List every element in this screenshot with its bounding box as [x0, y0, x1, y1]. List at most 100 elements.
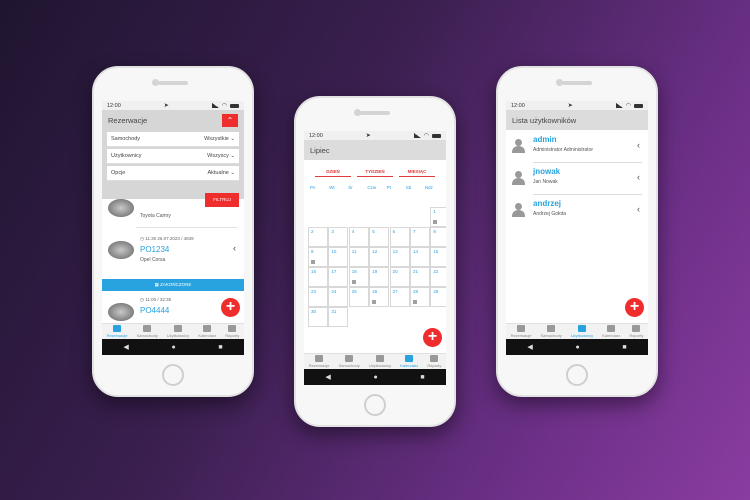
add-event-button[interactable]: + — [423, 328, 442, 347]
tab-bar: Rezerwacje Samochody Użytkownicy Kalenda… — [506, 323, 648, 339]
tab-reservations[interactable]: Rezerwacje — [107, 325, 127, 338]
calendar-day-cell[interactable]: 7 — [410, 227, 430, 247]
tab-calendar[interactable]: Kalendarz — [400, 355, 418, 368]
calendar-day-cell[interactable]: 8 — [430, 227, 446, 247]
calendar-day-cell[interactable]: 1 — [430, 207, 446, 227]
event-marker[interactable] — [413, 300, 417, 304]
user-item-admin[interactable]: admin Administrator Administrator ‹ — [506, 131, 648, 163]
filter-users-select[interactable]: Użytkownicy Wszyscy ⌄ — [107, 149, 239, 164]
tab-reservations[interactable]: Rezerwacje — [309, 355, 329, 368]
back-icon[interactable]: ◀ — [123, 343, 128, 351]
back-icon[interactable]: ◀ — [325, 373, 330, 381]
home-button[interactable] — [162, 364, 184, 386]
add-user-button[interactable]: + — [625, 298, 644, 317]
day-number: 9 — [311, 249, 314, 254]
calendar-day-cell[interactable]: 24 — [328, 287, 349, 307]
home-icon[interactable]: ● — [171, 344, 175, 351]
calendar-day-cell[interactable]: 9 — [308, 247, 328, 267]
finished-section-bar[interactable]: ▦ ZAKOŃCZONE — [102, 279, 244, 291]
event-marker[interactable] — [311, 260, 315, 264]
calendar-day-cell[interactable]: 15 — [430, 247, 446, 267]
calendar-day-cell[interactable]: 4 — [348, 227, 369, 247]
reservation-code: PO4444 — [140, 306, 170, 315]
event-marker[interactable] — [433, 220, 438, 224]
user-item-jnowak[interactable]: jnowak Jan Nowak ‹ — [506, 163, 648, 195]
segment-day[interactable]: DZIEŃ — [315, 169, 351, 177]
reports-icon — [430, 355, 439, 362]
calendar-day-cell[interactable]: 10 — [328, 247, 349, 267]
calendar-day-cell[interactable]: 21 — [410, 267, 430, 287]
segment-month[interactable]: MIESIĄC — [399, 169, 435, 177]
day-number: 11 — [351, 249, 357, 254]
calendar-day-cell[interactable]: 17 — [328, 267, 349, 287]
calendar-day-cell[interactable]: 29 — [430, 287, 446, 307]
calendar-day-cell[interactable]: 5 — [369, 227, 390, 247]
recent-apps-icon[interactable]: ■ — [420, 374, 424, 381]
back-icon[interactable]: ◀ — [527, 343, 532, 351]
home-icon[interactable]: ● — [575, 344, 579, 351]
user-item-andrzej[interactable]: andrzej Andrzej Gołota ‹ — [506, 195, 648, 227]
tab-cars[interactable]: Samochody — [339, 355, 360, 368]
day-number: 15 — [433, 249, 439, 254]
tab-calendar[interactable]: Kalendarz — [198, 325, 216, 338]
day-number: 17 — [331, 269, 337, 274]
tab-users[interactable]: Użytkownicy — [369, 355, 391, 368]
signal-icon — [615, 103, 623, 108]
status-bar: 12:00 ➤ ◠ — [506, 101, 648, 110]
tab-reports[interactable]: Raporty — [225, 325, 239, 338]
event-marker[interactable] — [372, 300, 377, 304]
event-marker[interactable] — [351, 280, 356, 284]
navigation-arrow-icon: ➤ — [365, 133, 371, 139]
calendar-day-cell[interactable]: 16 — [308, 267, 328, 287]
list-item[interactable]: Toyota Camry — [102, 199, 244, 225]
tab-users[interactable]: Użytkownicy — [571, 325, 593, 338]
calendar-day-cell[interactable]: 2 — [308, 227, 328, 247]
list-item[interactable]: ◷ 11:30 26.07.2023 / 4839 PO1234 Opel Co… — [102, 229, 244, 269]
calendar-day-cell[interactable]: 26 — [369, 287, 390, 307]
calendar-day-cell[interactable]: 22 — [430, 267, 446, 287]
calendar-day-cell[interactable]: 31 — [328, 307, 349, 327]
calendar-day-cell[interactable]: 14 — [410, 247, 430, 267]
collapse-filters-button[interactable]: ⌃ — [222, 113, 238, 127]
calendar-day-cell[interactable]: 19 — [369, 267, 390, 287]
calendar-day-cell[interactable]: 12 — [369, 247, 390, 267]
screen: 12:00 ➤ ◠ Lipiec DZIEŃ TYDZIEŃ MIESIĄC P… — [304, 131, 446, 385]
calendar-day-cell[interactable]: 25 — [348, 287, 369, 307]
calendar-day-cell[interactable]: 30 — [308, 307, 328, 327]
tab-cars[interactable]: Samochody — [137, 325, 158, 338]
tab-cars[interactable]: Samochody — [541, 325, 562, 338]
calendar-icon — [607, 325, 616, 332]
tab-reservations[interactable]: Rezerwacje — [511, 325, 531, 338]
reports-icon — [632, 325, 641, 332]
calendar-day-cell[interactable]: 28 — [410, 287, 430, 307]
home-button[interactable] — [364, 394, 386, 416]
weekday-label: Śr — [348, 185, 353, 190]
segment-week[interactable]: TYDZIEŃ — [357, 169, 393, 177]
tab-users[interactable]: Użytkownicy — [167, 325, 189, 338]
calendar-day-cell[interactable]: 20 — [389, 267, 410, 287]
calendar-day-cell[interactable]: 13 — [389, 247, 410, 267]
users-icon — [173, 325, 182, 332]
tab-reports[interactable]: Raporty — [427, 355, 441, 368]
day-number: 4 — [351, 229, 355, 234]
calendar-day-cell[interactable]: 27 — [389, 287, 410, 307]
calendar-day-cell[interactable]: 23 — [308, 287, 328, 307]
reservation-code: PO1234 — [140, 245, 170, 254]
recent-apps-icon[interactable]: ■ — [622, 344, 626, 351]
calendar-day-cell[interactable]: 6 — [389, 227, 410, 247]
tab-reports[interactable]: Raporty — [629, 325, 643, 338]
recent-apps-icon[interactable]: ■ — [218, 344, 222, 351]
chevron-left-icon[interactable]: ‹ — [233, 243, 236, 253]
calendar-day-cell[interactable]: 3 — [328, 227, 349, 247]
home-icon[interactable]: ● — [373, 374, 377, 381]
add-reservation-button[interactable]: + — [221, 298, 240, 317]
tab-calendar[interactable]: Kalendarz — [602, 325, 620, 338]
filter-options-select[interactable]: Opcje Aktualne ⌄ — [107, 166, 239, 181]
calendar-day-cell[interactable]: 11 — [348, 247, 369, 267]
signal-icon — [211, 103, 219, 108]
home-button[interactable] — [566, 364, 588, 386]
calendar-day-cell[interactable]: 18 — [348, 267, 369, 287]
tab-bar: Rezerwacje Samochody Użytkownicy Kalenda… — [304, 353, 446, 369]
battery-icon — [633, 103, 643, 108]
filter-cars-select[interactable]: Samochody Wszystkie ⌄ — [107, 132, 239, 147]
